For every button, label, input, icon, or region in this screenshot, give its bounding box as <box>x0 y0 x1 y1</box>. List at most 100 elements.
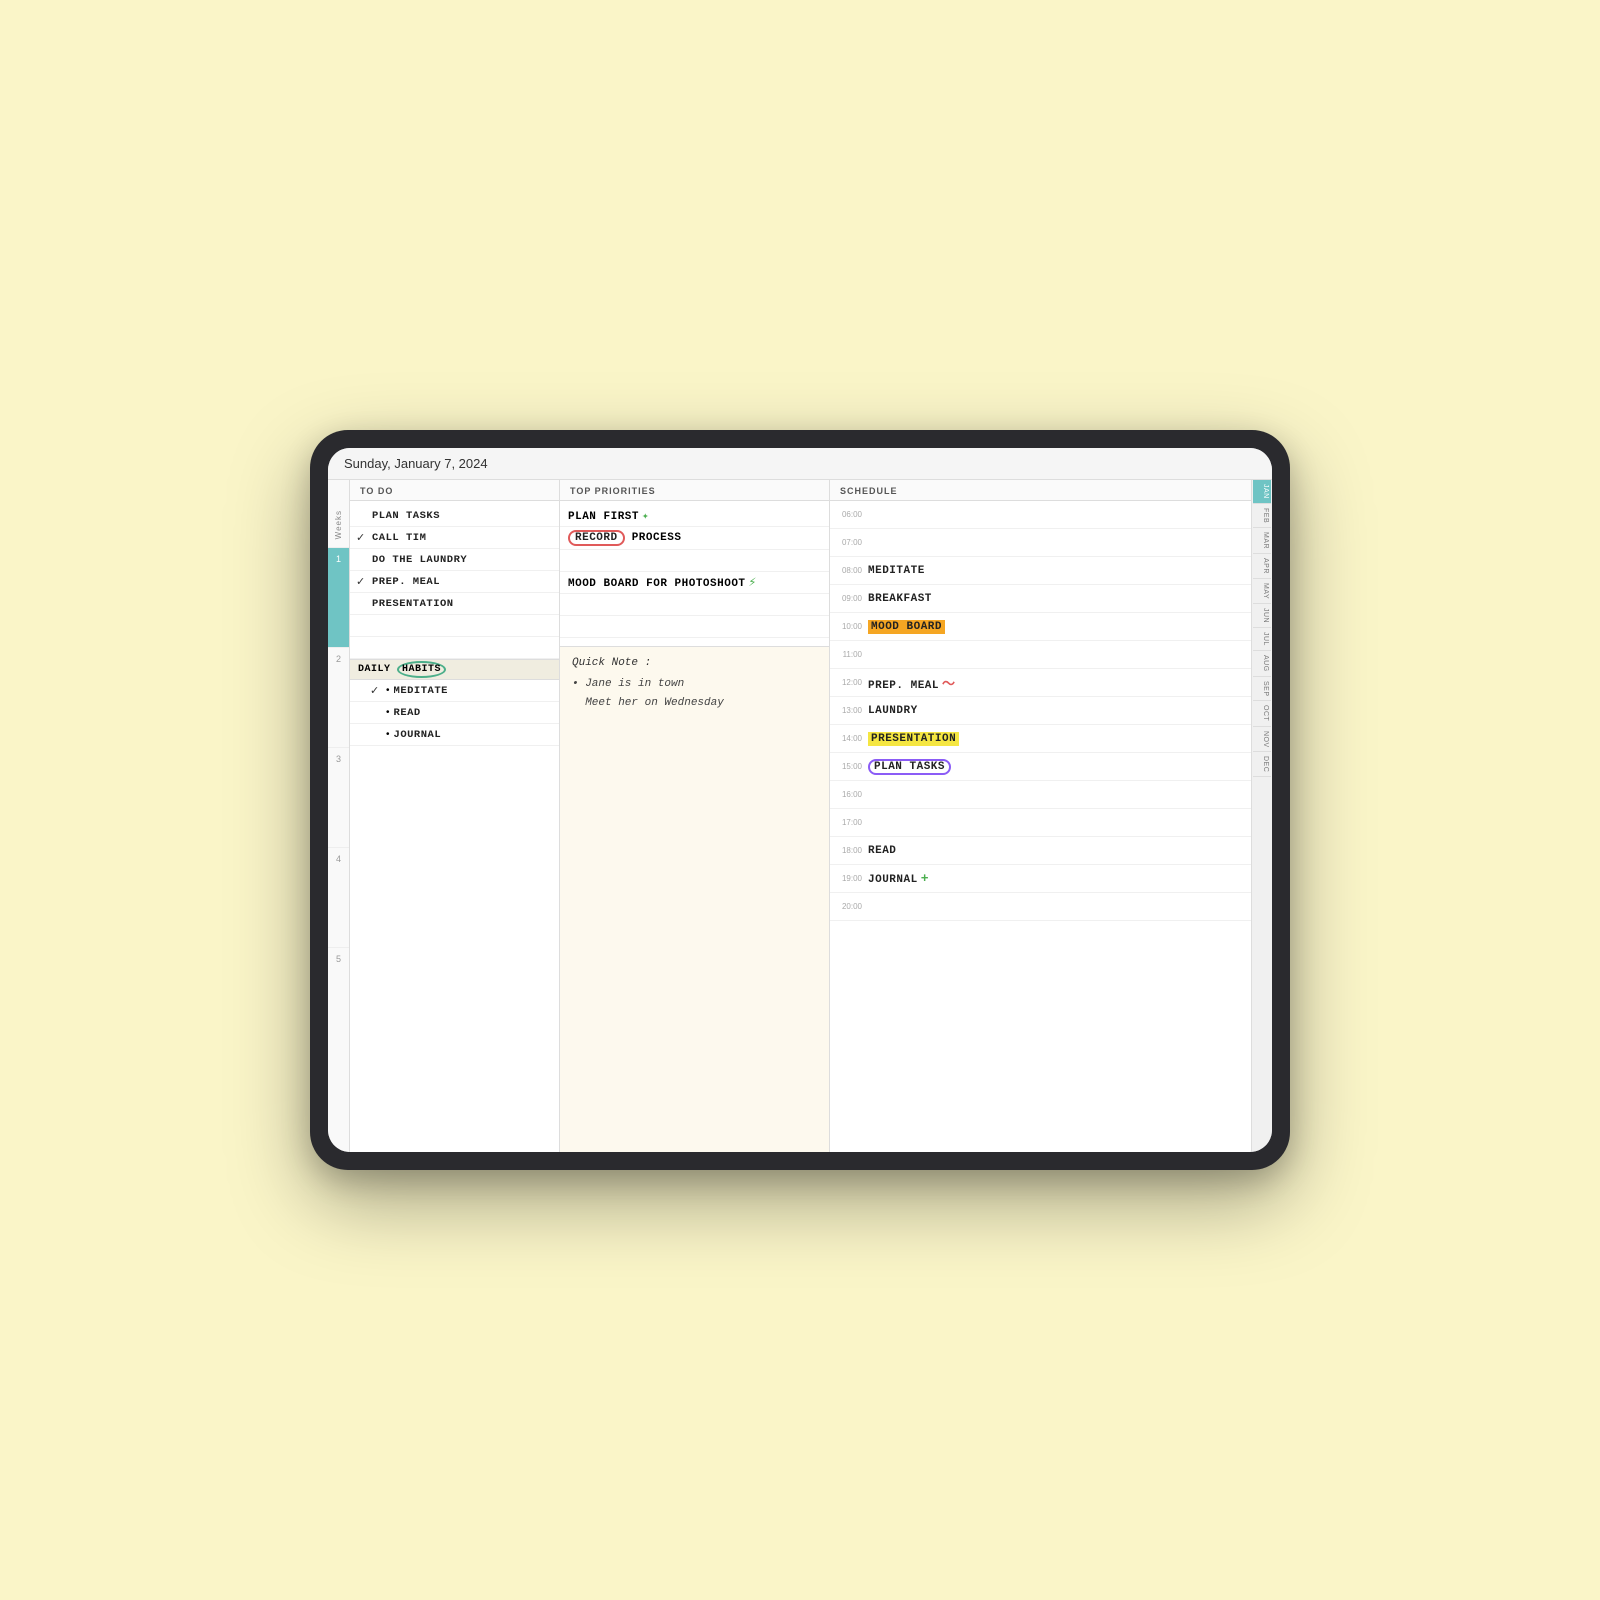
schedule-row-0800: 08:00 MEDITATE <box>830 557 1251 585</box>
month-tabs: JAN FEB MAR APR MAY JUN JUL AUG SEP OCT … <box>1252 480 1272 1152</box>
time-2000: 20:00 <box>836 902 868 911</box>
plus-icon: + <box>921 871 929 886</box>
week-3[interactable]: 3 <box>328 747 349 847</box>
time-0800: 08:00 <box>836 566 868 575</box>
todo-item-5[interactable]: PRESENTATION <box>350 593 559 615</box>
priority-text-1: PLAN FIRST✦ <box>568 509 649 523</box>
schedule-column: SCHEDULE 06:00 07:00 08:00 MEDITATE <box>830 480 1252 1152</box>
priorities-column: TOP PRIORITIES PLAN FIRST✦ RECORD PROCES… <box>560 480 830 1152</box>
habit-item-2[interactable]: • READ <box>350 702 559 724</box>
check-empty-5 <box>356 598 368 610</box>
note-area: Quick Note : • Jane is in town Meet her … <box>560 646 829 1152</box>
habits-circle-label: HABITS <box>397 661 446 678</box>
tablet-screen: Sunday, January 7, 2024 Weeks 1 2 3 4 5 … <box>328 448 1272 1152</box>
week-5[interactable]: 5 <box>328 947 349 1047</box>
check-empty-1 <box>356 510 368 522</box>
schedule-row-1800: 18:00 READ <box>830 837 1251 865</box>
schedule-row-0700: 07:00 <box>830 529 1251 557</box>
month-tab-jun[interactable]: JUN <box>1253 604 1271 628</box>
week-1[interactable]: 1 <box>328 547 349 647</box>
time-1600: 16:00 <box>836 790 868 799</box>
todo-text-4: PREP. MEAL <box>372 576 440 588</box>
habit-text-1: MEDITATE <box>394 685 448 697</box>
schedule-row-1400: 14:00 PRESENTATION <box>830 725 1251 753</box>
planner-body: Weeks 1 2 3 4 5 TO DO PLA <box>328 480 1272 1152</box>
todo-item-3[interactable]: DO THE LAUNDRY <box>350 549 559 571</box>
note-title: Quick Note : <box>572 657 817 669</box>
planner-columns: TO DO PLAN TASKS ✓ CALL TIM DO TH <box>350 480 1272 1152</box>
check-empty-3 <box>356 554 368 566</box>
schedule-row-1900: 19:00 JOURNAL+ <box>830 865 1251 893</box>
month-tab-may[interactable]: MAY <box>1253 579 1271 604</box>
schedule-text-1800: READ <box>868 845 896 857</box>
schedule-text-1000: MOOD BOARD <box>868 620 945 634</box>
schedule-row-1200: 12:00 PREP. MEAL〜 <box>830 669 1251 697</box>
time-1100: 11:00 <box>836 650 868 659</box>
check-mark-2: ✓ <box>356 531 368 544</box>
month-tab-sep[interactable]: SEP <box>1253 677 1271 702</box>
time-1300: 13:00 <box>836 706 868 715</box>
todo-item-2[interactable]: ✓ CALL TIM <box>350 527 559 549</box>
priority-empty-2 <box>560 594 829 616</box>
todo-column: TO DO PLAN TASKS ✓ CALL TIM DO TH <box>350 480 560 1152</box>
week-numbers: 1 2 3 4 5 <box>328 547 349 1047</box>
priority-item-1[interactable]: PLAN FIRST✦ <box>560 505 829 527</box>
empty-row-1 <box>350 615 559 637</box>
month-tab-oct[interactable]: OCT <box>1253 701 1271 726</box>
weeks-sidebar: Weeks 1 2 3 4 5 <box>328 480 350 1152</box>
habit-check-empty-2 <box>370 707 382 719</box>
month-tab-feb[interactable]: FEB <box>1253 504 1271 528</box>
priority-item-2[interactable]: RECORD PROCESS <box>560 527 829 550</box>
month-tab-dec[interactable]: DEC <box>1253 752 1271 777</box>
weeks-label: Weeks <box>334 510 343 539</box>
time-0600: 06:00 <box>836 510 868 519</box>
week-2[interactable]: 2 <box>328 647 349 747</box>
habit-item-3[interactable]: • JOURNAL <box>350 724 559 746</box>
schedule-row-1700: 17:00 <box>830 809 1251 837</box>
schedule-text-1300: LAUNDRY <box>868 705 918 717</box>
priority-text-2: RECORD PROCESS <box>568 530 681 546</box>
note-content: • Jane is in town Meet her on Wednesday <box>572 675 817 712</box>
habit-item-1[interactable]: ✓ • MEDITATE <box>350 680 559 702</box>
time-1800: 18:00 <box>836 846 868 855</box>
planner-header: Sunday, January 7, 2024 <box>328 448 1272 480</box>
time-1200: 12:00 <box>836 678 868 687</box>
habit-check-1: ✓ <box>370 684 382 697</box>
todo-text-5: PRESENTATION <box>372 598 454 610</box>
time-0700: 07:00 <box>836 538 868 547</box>
schedule-row-1000: 10:00 MOOD BOARD <box>830 613 1251 641</box>
date-label: Sunday, January 7, 2024 <box>344 456 488 471</box>
lightning-icon: ⚡ <box>749 575 757 590</box>
priority-empty-3 <box>560 616 829 638</box>
priority-empty-1 <box>560 550 829 572</box>
todo-text-1: PLAN TASKS <box>372 510 440 522</box>
habit-text-2: READ <box>394 707 421 719</box>
check-mark-4: ✓ <box>356 575 368 588</box>
todo-item-4[interactable]: ✓ PREP. MEAL <box>350 571 559 593</box>
schedule-row-1300: 13:00 LAUNDRY <box>830 697 1251 725</box>
empty-row-2 <box>350 637 559 659</box>
bullet-2: • <box>386 707 390 718</box>
record-circled: RECORD <box>568 530 625 546</box>
time-1900: 19:00 <box>836 874 868 883</box>
month-tab-apr[interactable]: APR <box>1253 554 1271 579</box>
schedule-row-1100: 11:00 <box>830 641 1251 669</box>
schedule-header: SCHEDULE <box>830 480 1251 501</box>
month-tab-aug[interactable]: AUG <box>1253 651 1271 677</box>
schedule-text-1200: PREP. MEAL〜 <box>868 673 956 692</box>
month-tab-jul[interactable]: JUL <box>1253 628 1271 651</box>
month-tab-nov[interactable]: NOV <box>1253 727 1271 753</box>
month-tab-mar[interactable]: MAR <box>1253 528 1271 554</box>
note-line-1: • Jane is in town <box>572 675 817 694</box>
todo-text-2: CALL TIM <box>372 532 426 544</box>
priority-item-4[interactable]: MOOD BOARD FOR PHOTOSHOOT⚡ <box>560 572 829 594</box>
week-4[interactable]: 4 <box>328 847 349 947</box>
priority-text-4: MOOD BOARD FOR PHOTOSHOOT⚡ <box>568 575 757 590</box>
month-tab-jan[interactable]: JAN <box>1253 480 1271 504</box>
todo-item-1[interactable]: PLAN TASKS <box>350 505 559 527</box>
time-1500: 15:00 <box>836 762 868 771</box>
tilde-icon: 〜 <box>942 677 956 692</box>
todo-text-3: DO THE LAUNDRY <box>372 554 467 566</box>
daily-habits-divider: DAILY HABITS <box>350 659 559 680</box>
schedule-text-1900: JOURNAL+ <box>868 871 929 886</box>
